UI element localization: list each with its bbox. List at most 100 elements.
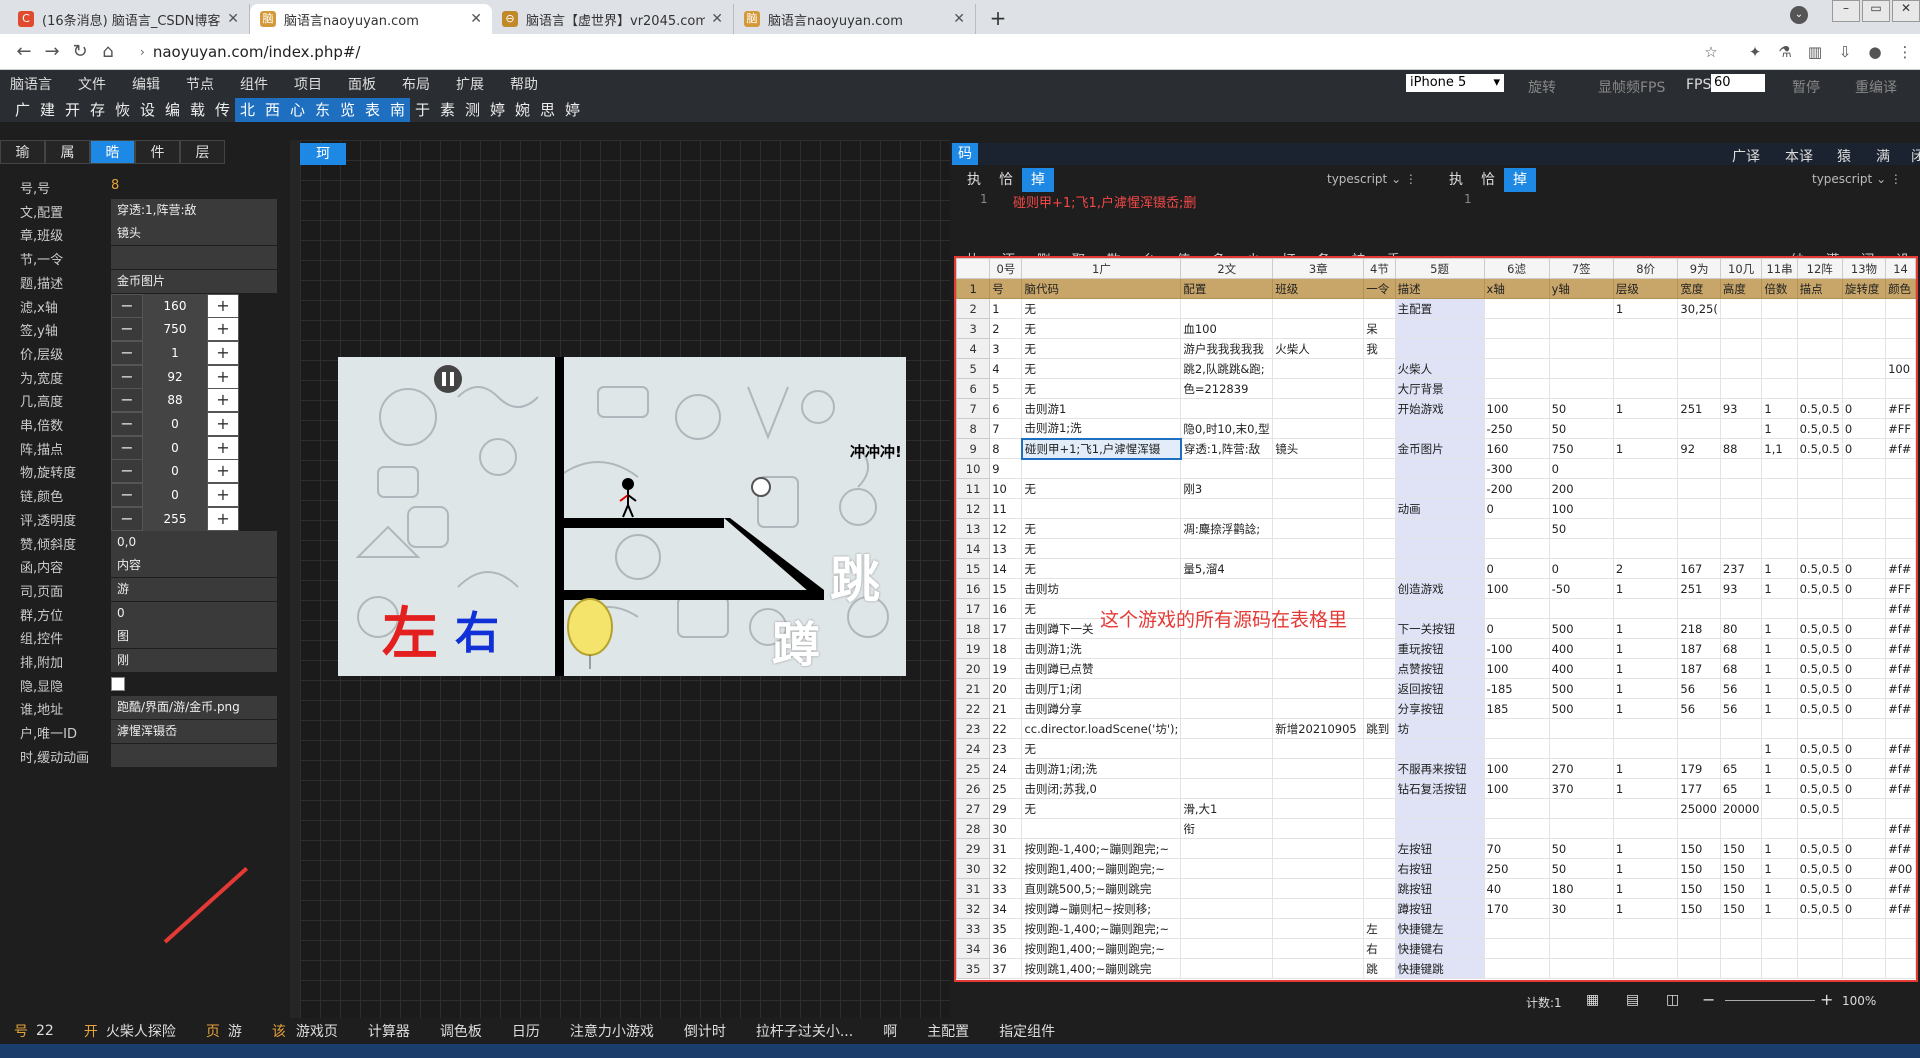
table-cell[interactable]: 击则游1 [1021, 398, 1182, 419]
table-cell[interactable]: 1 [1761, 558, 1798, 579]
row-header[interactable]: 22 [956, 698, 991, 719]
table-cell[interactable] [1841, 338, 1887, 359]
table-cell[interactable] [1363, 818, 1396, 839]
editor-tool-button[interactable]: 掉 [1022, 168, 1054, 192]
table-cell[interactable]: 35 [989, 918, 1023, 939]
table-cell[interactable] [1363, 778, 1396, 799]
table-cell[interactable] [1363, 358, 1396, 379]
decrement-button[interactable]: − [111, 483, 143, 508]
table-cell[interactable] [1612, 598, 1679, 619]
table-cell[interactable]: 血100 [1180, 318, 1274, 339]
table-cell[interactable] [1272, 698, 1365, 719]
table-cell[interactable] [1885, 958, 1916, 979]
table-cell[interactable] [1363, 298, 1396, 319]
table-cell[interactable]: #f# [1885, 698, 1916, 719]
table-cell[interactable]: #f# [1885, 618, 1916, 639]
table-cell[interactable] [1363, 418, 1396, 439]
table-cell[interactable]: 无 [1021, 798, 1182, 819]
table-cell[interactable]: 钻石复活按钮 [1394, 778, 1485, 799]
table-cell[interactable] [1180, 878, 1274, 899]
toolbar-button[interactable]: 开 [60, 98, 85, 122]
row-header[interactable]: 4 [956, 338, 991, 359]
table-cell[interactable] [1272, 778, 1365, 799]
table-cell[interactable]: 0.5,0.5 [1796, 558, 1843, 579]
table-cell[interactable] [1612, 918, 1679, 939]
table-cell[interactable] [1272, 638, 1365, 659]
property-input[interactable]: 穿透:1,阵营:敌 [111, 198, 277, 222]
menu-icon[interactable]: ⋮ [1890, 43, 1920, 61]
increment-button[interactable]: + [207, 506, 239, 531]
table-cell[interactable]: 0 [1841, 398, 1887, 419]
table-cell[interactable]: #f# [1885, 598, 1916, 619]
table-cell[interactable]: 100 [1483, 778, 1550, 799]
left-panel-tab[interactable]: 属 [45, 140, 90, 164]
table-cell[interactable] [1363, 798, 1396, 819]
menu-item[interactable]: 文件 [78, 74, 106, 94]
account-icon[interactable]: ● [1860, 43, 1890, 61]
table-cell[interactable]: 0 [1841, 758, 1887, 779]
table-cell[interactable]: #f# [1885, 898, 1916, 919]
table-cell[interactable]: 击则蹲已点赞 [1021, 658, 1182, 679]
table-cell[interactable] [1841, 538, 1887, 559]
column-header[interactable]: 5题 [1394, 258, 1485, 279]
table-cell[interactable]: 我 [1363, 338, 1396, 359]
table-cell[interactable]: 右 [1363, 938, 1396, 959]
increment-button[interactable]: + [207, 364, 239, 389]
table-cell[interactable] [1272, 798, 1365, 819]
left-panel-tab[interactable]: 晧 [90, 140, 135, 164]
jump-button-text[interactable]: 跳 [830, 540, 880, 612]
table-cell[interactable]: 12 [989, 518, 1023, 539]
table-cell[interactable] [1796, 458, 1843, 479]
table-cell[interactable] [1363, 698, 1396, 719]
table-cell[interactable]: 0 [1841, 578, 1887, 599]
toolbar-button[interactable]: 表 [360, 98, 385, 122]
table-cell[interactable]: 重玩按钮 [1394, 638, 1485, 659]
decrement-button[interactable]: − [111, 317, 143, 342]
table-cell[interactable] [1796, 358, 1843, 379]
table-cell[interactable] [1719, 378, 1763, 399]
table-cell[interactable]: 击则游1;闭;洗 [1021, 758, 1182, 779]
editor-tool-button[interactable]: 执 [1440, 168, 1472, 192]
table-cell[interactable]: 100 [1483, 758, 1550, 779]
table-cell[interactable]: 凋:麋捺浮鹳諗; [1180, 518, 1274, 539]
table-cell[interactable] [1612, 958, 1679, 979]
column-header[interactable]: 1广 [1021, 258, 1182, 279]
table-cell[interactable]: #f# [1885, 878, 1916, 899]
table-cell[interactable]: 65 [1719, 758, 1763, 779]
table-cell[interactable]: 2 [1612, 558, 1679, 579]
table-cell[interactable] [1394, 558, 1485, 579]
table-cell[interactable]: 1 [1761, 658, 1798, 679]
table-cell[interactable]: 0 [1483, 498, 1550, 519]
recompile-button[interactable]: 重编译 [1855, 77, 1897, 97]
table-cell[interactable] [1272, 318, 1365, 339]
table-cell[interactable]: 1 [1761, 878, 1798, 899]
code-header-action[interactable]: 猿 [1837, 146, 1851, 166]
table-cell[interactable]: 分享按钮 [1394, 698, 1485, 719]
table-cell[interactable]: 下一关按钮 [1394, 618, 1485, 639]
table-cell[interactable]: -250 [1483, 418, 1550, 439]
table-cell[interactable]: 0.5,0.5 [1796, 878, 1843, 899]
row-header[interactable]: 9 [956, 438, 991, 459]
table-cell[interactable] [1677, 938, 1721, 959]
table-cell[interactable]: #f# [1885, 758, 1916, 779]
table-cell[interactable] [1180, 858, 1274, 879]
property-input[interactable]: 游 [111, 577, 277, 601]
table-cell[interactable] [1841, 378, 1887, 399]
table-cell[interactable]: 快捷键跳 [1394, 958, 1485, 979]
table-cell[interactable] [1719, 418, 1763, 439]
toolbar-button[interactable]: 思 [535, 98, 560, 122]
table-cell[interactable]: 旋转度 [1841, 278, 1887, 299]
table-cell[interactable]: #FF [1885, 398, 1916, 419]
table-cell[interactable] [1180, 638, 1274, 659]
normal-view-icon[interactable]: ▦ [1586, 992, 1599, 1008]
table-cell[interactable]: 0.5,0.5 [1796, 438, 1843, 459]
table-cell[interactable] [1180, 538, 1274, 559]
row-header[interactable]: 18 [956, 618, 991, 639]
table-cell[interactable] [1394, 458, 1485, 479]
left-panel-tab[interactable]: 件 [135, 140, 180, 164]
table-cell[interactable] [1272, 858, 1365, 879]
table-cell[interactable]: 金币图片 [1394, 438, 1485, 459]
back-icon[interactable]: ← [10, 41, 38, 62]
table-cell[interactable]: 251 [1677, 398, 1721, 419]
increment-button[interactable]: + [207, 388, 239, 413]
